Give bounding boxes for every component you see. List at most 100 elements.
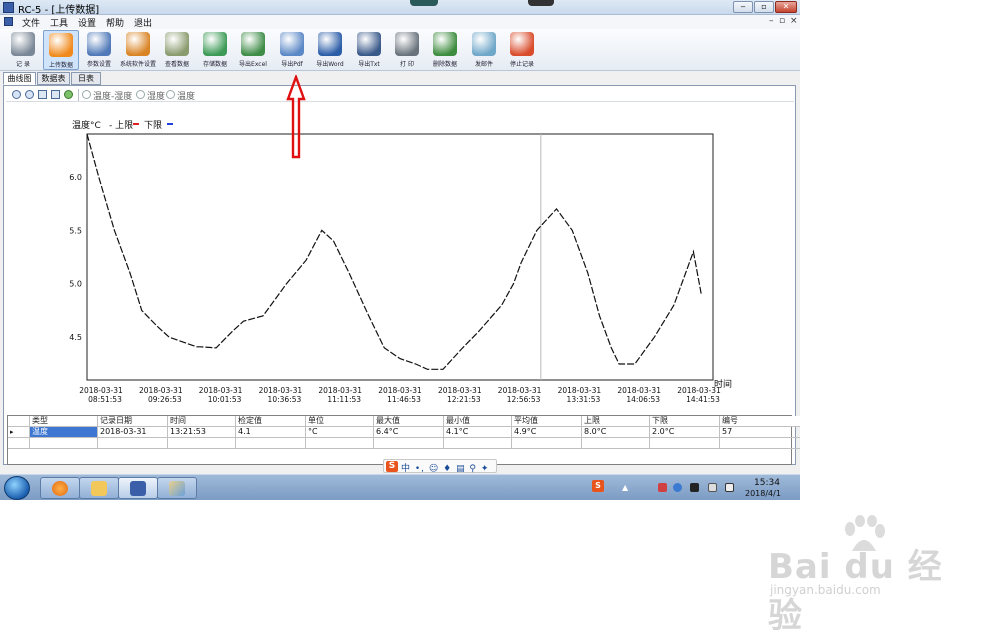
- maximize-button[interactable]: ▫: [754, 1, 774, 13]
- toolbar-button-0[interactable]: 记 录: [5, 30, 41, 70]
- table-cell-empty[interactable]: [236, 438, 306, 449]
- toolbar-button-13[interactable]: 停止记录: [504, 30, 540, 70]
- mdi-close-button[interactable]: ×: [790, 16, 798, 26]
- table-cell-empty[interactable]: [582, 438, 650, 449]
- ime-toolbar[interactable]: S 中 •, ☺ ♦ ▤ ⚲ ✦ ✎: [383, 459, 497, 484]
- toolbar-button-12[interactable]: 发邮件: [466, 30, 502, 70]
- table-cell[interactable]: 8.0°C: [582, 427, 650, 438]
- screen-tool-tab[interactable]: [410, 0, 438, 6]
- table-cell[interactable]: °C: [306, 427, 374, 438]
- table-cell[interactable]: 温度: [30, 427, 98, 438]
- toolbar-button-11[interactable]: 删除数据: [427, 30, 463, 70]
- toolbar-button-5[interactable]: 存储数据: [197, 30, 233, 70]
- x-tick-time: 11:11:53: [327, 395, 361, 404]
- refresh-icon[interactable]: [64, 90, 73, 99]
- title-bar: RC-5 - [上传数据] ‒ ▫ ✕: [0, 0, 800, 16]
- table-cell-empty[interactable]: [306, 438, 374, 449]
- mdi-restore-button[interactable]: ▫: [779, 16, 785, 26]
- mdi-app-icon[interactable]: [4, 17, 13, 26]
- column-header[interactable]: 时间: [168, 416, 236, 427]
- column-header[interactable]: 记录日期: [98, 416, 168, 427]
- taskbar-browser[interactable]: [40, 477, 80, 499]
- minimize-button[interactable]: ‒: [733, 1, 753, 13]
- toolbar-button-10[interactable]: 打 印: [389, 30, 425, 70]
- menu-help[interactable]: 帮助: [106, 16, 124, 29]
- fit-height-icon[interactable]: [51, 90, 60, 99]
- table-cell[interactable]: 57: [720, 427, 800, 438]
- table-cell-empty[interactable]: [30, 438, 98, 449]
- x-tick-time: 13:31:53: [567, 395, 601, 404]
- close-button[interactable]: ✕: [775, 1, 797, 13]
- table-cell[interactable]: 6.4°C: [374, 427, 444, 438]
- toolbar-button-9[interactable]: 导出Txt: [351, 30, 387, 70]
- toolbar-button-3[interactable]: 系统软件设置: [120, 30, 156, 70]
- data-grid: 类型 记录日期 时间 检定值 单位 最大值 最小值 平均值 上限 下限 编号 ▸ 温度 2018-03-…: [7, 415, 800, 465]
- table-cell[interactable]: 4.1°C: [444, 427, 512, 438]
- mdi-minimize-button[interactable]: –: [769, 16, 774, 26]
- screen-tool-tab-2[interactable]: [528, 0, 554, 6]
- column-header[interactable]: 最大值: [374, 416, 444, 427]
- radio-temp-humidity[interactable]: [82, 90, 91, 99]
- zoom-in-icon[interactable]: [12, 90, 21, 99]
- display-icon[interactable]: [725, 483, 734, 492]
- table-cell[interactable]: 13:21:53: [168, 427, 236, 438]
- toolbar-button-label: 导出Excel: [239, 61, 267, 68]
- table-cell-empty[interactable]: [512, 438, 582, 449]
- table-row-empty[interactable]: [8, 438, 800, 449]
- table-cell-empty[interactable]: [98, 438, 168, 449]
- network-icon[interactable]: [708, 483, 717, 492]
- column-header[interactable]: 上限: [582, 416, 650, 427]
- window-title: RC-5 - [上传数据]: [18, 5, 100, 16]
- separator: [78, 89, 79, 101]
- table-cell-empty[interactable]: [720, 438, 800, 449]
- toolbar-button-7[interactable]: 导出Pdf: [274, 30, 310, 70]
- x-tick-time: 12:56:53: [507, 395, 541, 404]
- column-header[interactable]: 检定值: [236, 416, 306, 427]
- taskbar-explorer[interactable]: [79, 477, 119, 499]
- table-row[interactable]: ▸ 温度 2018-03-31 13:21:53 4.1 °C 6.4°C 4.1°C 4.9°…: [8, 427, 800, 438]
- table-cell-empty[interactable]: [444, 438, 512, 449]
- clock-time[interactable]: 15:34: [754, 478, 780, 488]
- column-header[interactable]: 类型: [30, 416, 98, 427]
- table-cell[interactable]: 4.9°C: [512, 427, 582, 438]
- radio-humidity[interactable]: [136, 90, 145, 99]
- column-header[interactable]: 编号: [720, 416, 800, 427]
- column-header[interactable]: 平均值: [512, 416, 582, 427]
- zoom-out-icon[interactable]: [25, 90, 34, 99]
- table-cell[interactable]: 4.1: [236, 427, 306, 438]
- flag-icon[interactable]: [658, 483, 667, 492]
- clock-date[interactable]: 2018/4/1: [745, 489, 781, 498]
- sogou-icon[interactable]: S: [386, 461, 398, 472]
- sogou-tray-icon[interactable]: S: [592, 480, 604, 492]
- mail-icon: [472, 32, 496, 56]
- taskbar-paint[interactable]: [157, 477, 197, 499]
- toolbar-button-6[interactable]: 导出Excel: [235, 30, 271, 70]
- security-icon[interactable]: [673, 483, 682, 492]
- toolbar-button-8[interactable]: 导出Word: [312, 30, 348, 70]
- column-header[interactable]: 最小值: [444, 416, 512, 427]
- fit-width-icon[interactable]: [38, 90, 47, 99]
- menu-exit[interactable]: 退出: [134, 16, 152, 29]
- taskbar-rc5[interactable]: [118, 477, 158, 499]
- start-button[interactable]: [4, 476, 30, 500]
- menu-settings[interactable]: 设置: [78, 16, 96, 29]
- table-cell-empty[interactable]: [168, 438, 236, 449]
- radio-temperature[interactable]: [166, 90, 175, 99]
- toolbar-button-2[interactable]: 参数设置: [81, 30, 117, 70]
- tab-data-table[interactable]: 数据表: [37, 72, 70, 85]
- tab-curve[interactable]: 曲线图: [3, 72, 36, 85]
- tab-daily[interactable]: 日表: [71, 72, 101, 85]
- table-cell[interactable]: 2018-03-31: [98, 427, 168, 438]
- stop-record-icon: [510, 32, 534, 56]
- menu-file[interactable]: 文件: [22, 16, 40, 29]
- column-header[interactable]: 单位: [306, 416, 374, 427]
- toolbar-button-1[interactable]: 上传数据: [43, 30, 79, 70]
- table-cell-empty[interactable]: [374, 438, 444, 449]
- table-cell[interactable]: 2.0°C: [650, 427, 720, 438]
- column-header[interactable]: 下限: [650, 416, 720, 427]
- table-cell-empty[interactable]: [650, 438, 720, 449]
- toolbar-button-4[interactable]: 查看数据: [159, 30, 195, 70]
- menu-tools[interactable]: 工具: [50, 16, 68, 29]
- tray-expand-icon[interactable]: ▲: [622, 483, 631, 492]
- volume-icon[interactable]: [690, 483, 699, 492]
